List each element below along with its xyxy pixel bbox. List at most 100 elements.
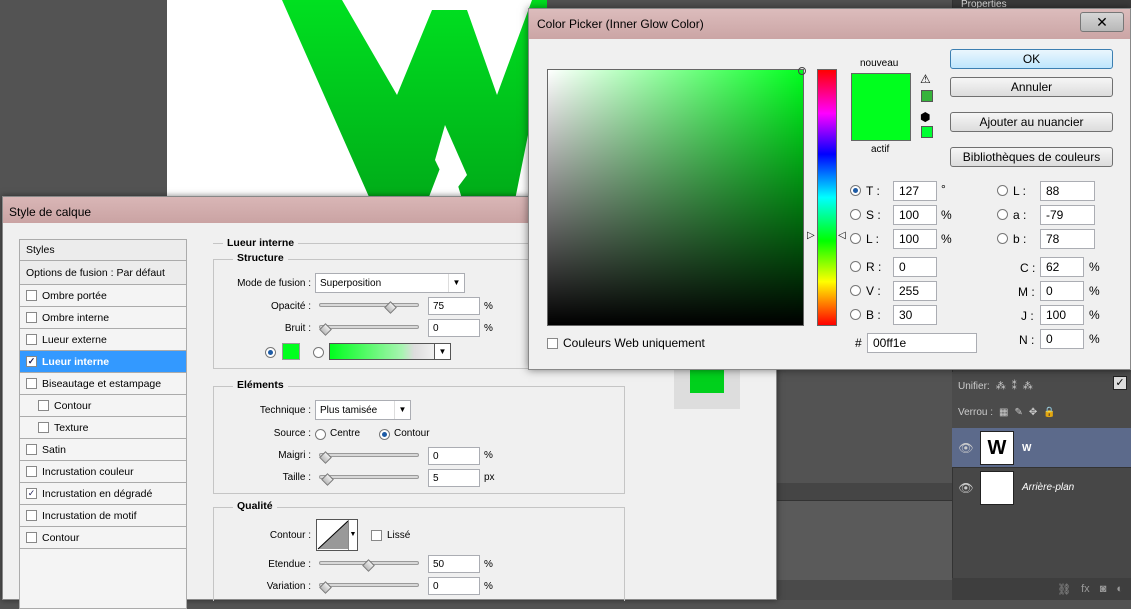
eye-icon[interactable]: 👁 — [952, 481, 980, 495]
web-only-checkbox[interactable] — [547, 337, 558, 349]
web-cube-icon[interactable]: ⬢ — [920, 110, 930, 124]
add-to-swatches-button[interactable]: Ajouter au nuancier — [950, 112, 1113, 132]
glow-color-swatch[interactable] — [282, 343, 300, 360]
adjustment-icon[interactable]: ◐ — [1116, 583, 1123, 595]
style-item[interactable]: Satin — [19, 439, 187, 461]
style-checkbox[interactable] — [26, 312, 37, 323]
antialias-checkbox-row[interactable]: Lissé — [371, 530, 410, 541]
color-radio[interactable] — [265, 347, 276, 358]
unify-style-icon[interactable]: ⁂ — [1023, 381, 1033, 392]
web-only-row[interactable]: Couleurs Web uniquement — [547, 336, 705, 350]
noise-field[interactable]: 0 — [428, 319, 480, 337]
lab-l-radio[interactable] — [997, 185, 1008, 196]
blue-radio[interactable] — [850, 309, 861, 320]
style-checkbox[interactable] — [26, 466, 37, 477]
choke-field[interactable]: 0 — [428, 447, 480, 465]
style-item[interactable]: Incrustation couleur — [19, 461, 187, 483]
red-field[interactable]: 0 — [893, 257, 937, 277]
lab-a-radio[interactable] — [997, 209, 1008, 220]
technique-select[interactable]: Plus tamisée ▼ — [315, 400, 411, 420]
opacity-field[interactable]: 75 — [428, 297, 480, 315]
style-checkbox[interactable] — [26, 444, 37, 455]
gradient-radio[interactable] — [313, 347, 324, 358]
layer-row-background[interactable]: 👁 Arrière-plan — [952, 467, 1131, 507]
style-checkbox[interactable] — [26, 378, 37, 389]
blue-field[interactable]: 30 — [893, 305, 937, 325]
style-checkbox[interactable]: ✓ — [26, 488, 37, 499]
style-checkbox[interactable] — [38, 400, 49, 411]
document-canvas[interactable] — [167, 0, 547, 215]
lock-transparency-icon[interactable]: ▦ — [999, 407, 1008, 418]
unify-position-icon[interactable]: ⁂ — [996, 381, 1006, 392]
layer-name[interactable]: W — [1022, 443, 1031, 454]
style-item[interactable]: Ombre interne — [19, 307, 187, 329]
gamut-swatch[interactable] — [921, 90, 933, 102]
brightness-field[interactable]: 100 — [893, 229, 937, 249]
style-checkbox[interactable] — [26, 290, 37, 301]
lab-b-radio[interactable] — [997, 233, 1008, 244]
black-field[interactable]: 0 — [1040, 329, 1084, 349]
range-field[interactable]: 50 — [428, 555, 480, 573]
styles-header[interactable]: Styles — [19, 239, 187, 261]
lab-l-field[interactable]: 88 — [1040, 181, 1095, 201]
lab-a-field[interactable]: -79 — [1040, 205, 1095, 225]
color-cursor[interactable] — [798, 67, 806, 75]
ok-button[interactable]: OK — [950, 49, 1113, 69]
style-item[interactable]: Incrustation de motif — [19, 505, 187, 527]
lock-brush-icon[interactable]: ✎ — [1014, 407, 1022, 418]
hue-arrow-right-icon[interactable]: ◁ — [838, 230, 846, 241]
opacity-slider[interactable] — [319, 303, 419, 307]
color-libraries-button[interactable]: Bibliothèques de couleurs — [950, 147, 1113, 167]
green-field[interactable]: 255 — [893, 281, 937, 301]
choke-slider[interactable] — [319, 453, 419, 457]
style-checkbox[interactable]: ✓ — [26, 356, 37, 367]
saturation-radio[interactable] — [850, 209, 861, 220]
layer-row-w[interactable]: 👁 W W — [952, 428, 1131, 468]
saturation-brightness-field[interactable] — [547, 67, 806, 326]
link-icon[interactable]: ⛓ — [1057, 583, 1071, 596]
lab-b-field[interactable]: 78 — [1040, 229, 1095, 249]
mask-icon[interactable]: ◙ — [1100, 583, 1107, 595]
cyan-field[interactable]: 62 — [1040, 257, 1084, 277]
magenta-field[interactable]: 0 — [1040, 281, 1084, 301]
style-item[interactable]: Ombre portée — [19, 285, 187, 307]
antialias-checkbox[interactable] — [371, 530, 382, 541]
style-item[interactable]: ✓ Lueur interne — [19, 351, 187, 373]
style-item[interactable]: Lueur externe — [19, 329, 187, 351]
style-item[interactable]: Biseautage et estampage — [19, 373, 187, 395]
hue-radio[interactable] — [850, 185, 861, 196]
eye-icon[interactable]: 👁 — [952, 441, 980, 455]
style-item[interactable]: Contour — [19, 395, 187, 417]
style-checkbox[interactable] — [26, 334, 37, 345]
blend-options-item[interactable]: Options de fusion : Par défaut — [19, 261, 187, 285]
green-radio[interactable] — [850, 285, 861, 296]
unify-visibility-icon[interactable]: ⁑ — [1012, 381, 1017, 392]
source-edge-radio[interactable] — [379, 429, 390, 440]
jitter-slider[interactable] — [319, 583, 419, 587]
style-item[interactable]: ✓ Incrustation en dégradé — [19, 483, 187, 505]
gradient-picker[interactable]: ▼ — [329, 343, 451, 360]
red-radio[interactable] — [850, 261, 861, 272]
unify-checkbox[interactable]: ✓ — [1113, 376, 1127, 390]
brightness-radio[interactable] — [850, 233, 861, 244]
hue-slider[interactable] — [817, 69, 837, 326]
close-button[interactable]: ✕ — [1080, 12, 1124, 32]
style-item[interactable]: Contour — [19, 527, 187, 549]
yellow-field[interactable]: 100 — [1040, 305, 1084, 325]
web-swatch[interactable] — [921, 126, 933, 138]
noise-slider[interactable] — [319, 325, 419, 329]
style-checkbox[interactable] — [26, 510, 37, 521]
lock-move-icon[interactable]: ✥ — [1029, 407, 1037, 418]
size-field[interactable]: 5 — [428, 469, 480, 487]
style-checkbox[interactable] — [38, 422, 49, 433]
fx-icon[interactable]: fx — [1081, 583, 1090, 595]
source-center-radio[interactable] — [315, 429, 326, 440]
style-checkbox[interactable] — [26, 532, 37, 543]
jitter-field[interactable]: 0 — [428, 577, 480, 595]
hue-field[interactable]: 127 — [893, 181, 937, 201]
hue-arrow-left-icon[interactable]: ▷ — [807, 230, 815, 241]
hex-field[interactable]: 00ff1e — [867, 333, 977, 353]
blend-mode-select[interactable]: Superposition ▼ — [315, 273, 465, 293]
contour-picker[interactable]: ▼ — [316, 519, 358, 551]
gamut-warning-icon[interactable]: ⚠ — [920, 72, 931, 86]
